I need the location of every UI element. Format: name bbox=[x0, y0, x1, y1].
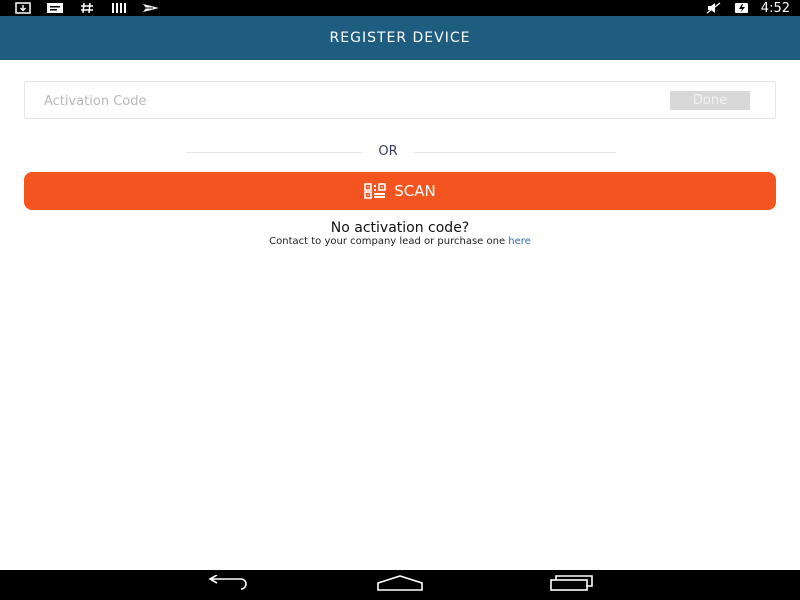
divider-line-left bbox=[186, 152, 362, 153]
send-icon bbox=[142, 2, 160, 14]
no-activation-code-heading: No activation code? bbox=[330, 220, 470, 236]
navigation-bar bbox=[0, 570, 800, 600]
app-bar: REGISTER DEVICE bbox=[0, 16, 800, 60]
scan-button[interactable]: SCAN bbox=[24, 172, 776, 210]
message-icon bbox=[46, 2, 64, 14]
download-icon bbox=[14, 2, 32, 14]
contact-prefix: Contact to your company lead or purchase… bbox=[269, 236, 509, 247]
back-button[interactable] bbox=[200, 574, 256, 595]
home-button[interactable] bbox=[372, 575, 428, 595]
mute-icon bbox=[705, 2, 723, 14]
activation-code-input[interactable] bbox=[44, 90, 644, 112]
recent-apps-icon bbox=[549, 575, 595, 595]
activation-code-card: Done bbox=[24, 81, 776, 119]
scan-button-label: SCAN bbox=[394, 182, 436, 200]
recent-apps-button[interactable] bbox=[544, 575, 600, 595]
status-bar: 4:52 bbox=[0, 0, 800, 16]
qr-code-icon bbox=[364, 183, 387, 199]
divider-line-right bbox=[414, 152, 616, 153]
barcode-icon bbox=[110, 2, 128, 14]
purchase-here-link[interactable]: here bbox=[508, 236, 531, 247]
or-label: OR bbox=[378, 144, 398, 159]
status-clock: 4:52 bbox=[760, 0, 790, 16]
done-button[interactable]: Done bbox=[670, 91, 750, 110]
page-title: REGISTER DEVICE bbox=[329, 30, 471, 46]
status-bar-notifications bbox=[14, 2, 160, 14]
home-icon bbox=[376, 575, 424, 595]
hash-icon bbox=[78, 2, 96, 14]
contact-text: Contact to your company lead or purchase… bbox=[0, 236, 800, 247]
back-icon bbox=[205, 574, 251, 595]
status-bar-system: 4:52 bbox=[705, 1, 790, 16]
battery-charging-icon bbox=[733, 2, 751, 14]
or-divider: OR bbox=[186, 142, 616, 162]
